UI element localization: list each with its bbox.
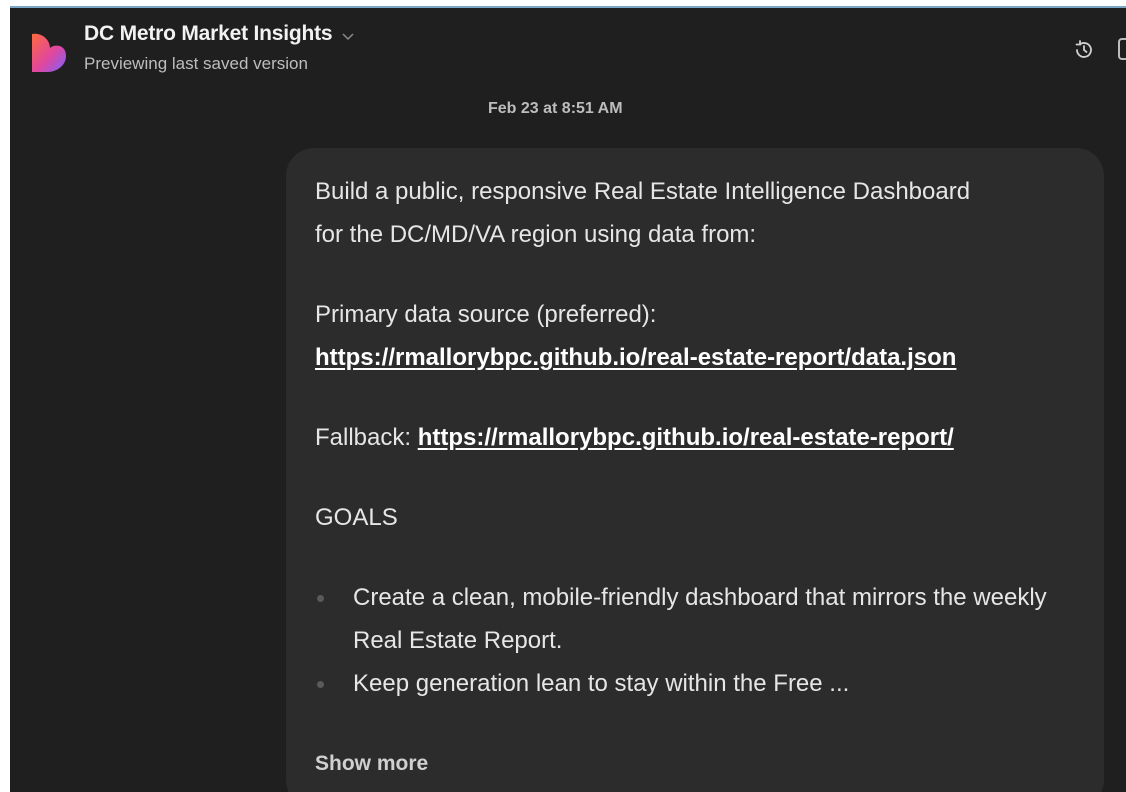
user-message-bubble: Build a public, responsive Real Estate I…: [286, 148, 1104, 792]
list-item: Keep generation lean to stay within the …: [315, 662, 1076, 705]
primary-source-label: Primary data source (preferred):: [315, 301, 657, 328]
project-title-switcher[interactable]: DC Metro Market Insights: [84, 22, 356, 46]
bullet-dot-icon: [317, 681, 324, 688]
intro-line-1: Build a public, responsive Real Estate I…: [315, 178, 971, 205]
goals-heading: GOALS: [315, 504, 398, 531]
app-window: DC Metro Market Insights Previewing last…: [10, 6, 1126, 792]
goals-list: Create a clean, mobile-friendly dashboar…: [315, 576, 1076, 705]
history-clock-icon[interactable]: [1072, 38, 1096, 62]
show-more-button[interactable]: Show more: [315, 752, 428, 776]
list-item: Create a clean, mobile-friendly dashboar…: [315, 576, 1076, 662]
message-body: Build a public, responsive Real Estate I…: [315, 170, 1076, 705]
project-title: DC Metro Market Insights: [84, 22, 333, 45]
fallback-link[interactable]: https://rmallorybpc.github.io/real-estat…: [418, 424, 954, 451]
header: DC Metro Market Insights Previewing last…: [10, 8, 1126, 88]
fallback-label: Fallback:: [315, 424, 418, 451]
primary-source-link[interactable]: https://rmallorybpc.github.io/real-estat…: [315, 344, 956, 371]
panel-toggle-icon[interactable]: [1118, 38, 1126, 60]
goal-text: Keep generation lean to stay within the …: [353, 670, 850, 697]
heart-logo-icon[interactable]: [26, 30, 70, 74]
goal-text: Create a clean, mobile-friendly dashboar…: [353, 584, 1047, 654]
message-timestamp: Feb 23 at 8:51 AM: [488, 100, 623, 117]
chevron-down-icon[interactable]: [340, 28, 356, 44]
intro-line-2: for the DC/MD/VA region using data from:: [315, 221, 757, 248]
preview-status: Previewing last saved version: [84, 54, 308, 73]
bullet-dot-icon: [317, 595, 324, 602]
